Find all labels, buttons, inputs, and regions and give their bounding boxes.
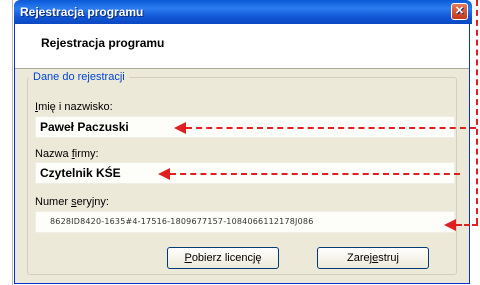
annotation-arrow-company-line	[170, 173, 460, 175]
name-label: Imię i nazwisko:	[35, 101, 113, 113]
serial-label-pre: Numer	[35, 196, 72, 208]
dialog-header: Rejestracja programu	[15, 24, 469, 69]
close-button[interactable]: ✕	[451, 3, 468, 20]
page-margin-strip	[0, 0, 13, 285]
annotation-vertical-line	[476, 0, 478, 224]
annotation-arrow-serial-head	[444, 219, 456, 231]
register-button[interactable]: Zarejestruj	[317, 247, 429, 269]
get-license-accel: P	[184, 252, 192, 264]
get-license-rest: obierz licencję	[191, 252, 262, 264]
serial-field[interactable]: 8628ID8420-1635#4-17516-1809677157-10840…	[35, 211, 455, 233]
annotation-arrow-name-line	[186, 127, 476, 129]
registration-dialog: Rejestracja programu ✕ Rejestracja progr…	[14, 0, 472, 284]
window-title: Rejestracja programu	[20, 5, 144, 19]
annotation-arrow-name-head	[174, 122, 186, 134]
serial-label-post: eryjny:	[76, 196, 109, 208]
serial-label: Numer seryjny:	[35, 196, 109, 208]
company-label-post: irmy:	[74, 148, 99, 160]
name-label-post: mię i nazwisko:	[38, 101, 113, 113]
company-label-pre: Nazwa	[35, 148, 72, 160]
annotation-arrow-company-head	[158, 168, 170, 180]
header-title: Rejestracja programu	[41, 36, 165, 50]
title-bar[interactable]: Rejestracja programu ✕	[14, 0, 472, 24]
get-license-button[interactable]: Pobierz licencję	[167, 247, 279, 269]
screenshot-stage: Rejestracja programu ✕ Rejestracja progr…	[0, 0, 480, 285]
register-pre: Zarej	[347, 252, 373, 264]
close-icon: ✕	[454, 5, 465, 17]
group-legend: Dane do rejestracji	[29, 71, 129, 83]
annotation-arrow-serial-line	[456, 224, 478, 226]
company-label: Nazwa firmy:	[35, 148, 99, 160]
register-post: struj	[378, 252, 399, 264]
